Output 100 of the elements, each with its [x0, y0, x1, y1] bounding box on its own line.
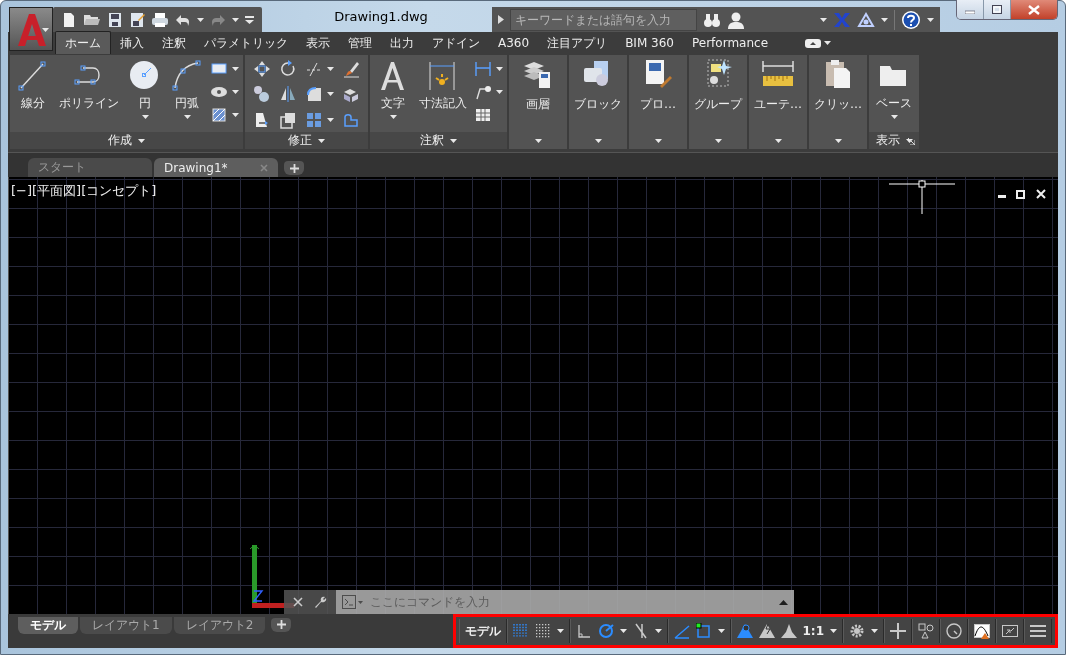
ribbon-tool-button[interactable]: ポリライン	[56, 58, 122, 132]
expand-arrow-icon[interactable]	[498, 15, 504, 24]
save-as-icon[interactable]	[129, 11, 145, 28]
small-tool-button[interactable]	[305, 85, 334, 104]
ribbon-tab[interactable]: パラメトリック	[195, 32, 297, 54]
ribbon-tab[interactable]: 管理	[339, 32, 381, 54]
ribbon-tab[interactable]: 出力	[381, 32, 423, 54]
small-tool-button[interactable]	[305, 110, 334, 129]
plus-icon[interactable]	[890, 623, 906, 639]
tool-icon	[17, 60, 49, 92]
document-tab[interactable]: Drawing1*	[154, 158, 278, 177]
binoculars-icon[interactable]	[703, 11, 721, 28]
save-icon[interactable]	[107, 11, 123, 28]
panel-toggle-icon[interactable]	[805, 39, 821, 48]
ribbon-tool-button[interactable]: 寸法記入	[416, 58, 470, 132]
settings-icon[interactable]	[849, 623, 865, 639]
panel-title: 修正	[288, 132, 312, 149]
small-tool-button[interactable]	[474, 60, 503, 78]
ribbon-tool-button[interactable]: 文字	[374, 58, 412, 132]
layout-tab[interactable]: レイアウト1	[80, 617, 172, 634]
ribbon-tab[interactable]: Performance	[682, 32, 777, 54]
angle-icon[interactable]	[673, 623, 690, 639]
ribbon-tab[interactable]: BIM 360	[616, 32, 683, 54]
expand-up-icon[interactable]	[779, 599, 788, 605]
tool-icon	[171, 60, 203, 92]
help-icon[interactable]	[901, 9, 921, 30]
triangle-nodes-icon[interactable]	[857, 11, 875, 28]
small-tool-button[interactable]	[305, 60, 334, 78]
layout-tab[interactable]: レイアウト2	[173, 617, 266, 634]
ribbon-tab[interactable]: 表示	[297, 32, 339, 54]
tool-icon	[305, 60, 323, 78]
small-tool-button[interactable]	[253, 60, 271, 78]
shapes-icon[interactable]	[918, 623, 934, 639]
panel-title-bar[interactable]: 修正	[245, 132, 368, 149]
viewport-controls-icon[interactable]	[998, 189, 1048, 199]
collapsed-panel-button[interactable]: ブロック	[569, 55, 627, 149]
panel-title-bar[interactable]: 表示	[869, 132, 919, 149]
collapsed-panel-button[interactable]: ユーテ…	[749, 55, 807, 149]
ribbon-tool-button[interactable]: ベース	[873, 58, 915, 132]
ribbon-tab[interactable]: ホーム	[55, 31, 111, 54]
user-icon[interactable]	[727, 10, 745, 29]
close-button[interactable]	[1011, 0, 1057, 19]
caret-icon	[232, 17, 239, 22]
new-tab-button[interactable]	[284, 161, 304, 175]
square-snap-icon[interactable]	[695, 623, 712, 639]
application-button[interactable]	[9, 7, 53, 51]
collapsed-panel-button[interactable]: 画層	[509, 55, 567, 149]
wrench-icon[interactable]	[313, 595, 327, 609]
small-tool-button[interactable]	[474, 83, 503, 101]
customize-menu-icon[interactable]	[245, 15, 254, 24]
ribbon-tab[interactable]: アドイン	[423, 32, 489, 54]
status-toggle[interactable]: 1:1	[802, 624, 824, 638]
ribbon-tab[interactable]: 挿入	[111, 32, 153, 54]
plus-icon	[276, 620, 286, 629]
panel-title-bar[interactable]: 作成	[10, 132, 243, 149]
caret-icon	[714, 139, 722, 143]
ribbon-tool-button[interactable]: 円弧	[168, 58, 206, 132]
right-angle-icon[interactable]	[575, 623, 592, 639]
ribbon-tab[interactable]: 注釈	[153, 32, 195, 54]
small-tool-button[interactable]	[210, 106, 239, 124]
small-tool-button[interactable]	[253, 85, 271, 104]
maximize-button[interactable]	[984, 0, 1011, 19]
ribbon-tab[interactable]: A360	[489, 32, 539, 54]
tool-icon	[253, 85, 271, 104]
launcher-arrow-icon[interactable]	[908, 138, 915, 145]
small-tool-button[interactable]	[279, 85, 297, 104]
panel-title-bar[interactable]: 注釈	[370, 132, 507, 149]
dot-grid-icon[interactable]	[534, 623, 551, 639]
command-prompt-icon[interactable]	[342, 595, 364, 609]
small-tool-button[interactable]	[279, 60, 297, 78]
small-tool-button[interactable]	[279, 110, 297, 129]
collapsed-panel-button[interactable]: グループ	[689, 55, 747, 149]
letter-a-logo-icon	[16, 12, 46, 46]
polar-angle-icon[interactable]	[597, 623, 614, 639]
tool-icon	[305, 85, 323, 104]
panel-label: プロ…	[640, 96, 676, 113]
new-file-icon[interactable]	[61, 11, 77, 28]
diagonal-lines-icon[interactable]	[632, 623, 649, 639]
caret-icon	[881, 17, 888, 22]
tool-icon	[253, 60, 271, 78]
close-icon	[1028, 4, 1040, 15]
printer-icon[interactable]	[151, 11, 169, 28]
viewport-label[interactable]: [−][平面図][コンセプト]	[11, 182, 157, 200]
status-toggle[interactable]: モデル	[464, 622, 501, 640]
ribbon-tab[interactable]: 注目アプリ	[538, 32, 617, 54]
collapsed-panel-button[interactable]: クリッ…	[809, 55, 867, 149]
collapsed-panel-button[interactable]: プロ…	[629, 55, 687, 149]
crosshair-cursor-icon	[889, 180, 955, 214]
menu-icon[interactable]	[1030, 623, 1046, 639]
search-field[interactable]: キーワードまたは語句を入力	[510, 8, 697, 31]
window-title: Drawing1.dwg	[333, 8, 429, 24]
new-layout-button[interactable]	[271, 617, 292, 632]
caret-icon	[824, 41, 831, 45]
gauge-icon[interactable]	[946, 623, 962, 639]
small-tool-button[interactable]	[342, 60, 360, 78]
graph-warning-icon[interactable]	[974, 623, 990, 639]
ribbon-tool-button[interactable]: 円	[126, 58, 164, 132]
ribbon-tool-button[interactable]: 線分	[14, 58, 52, 132]
fullscreen-icon[interactable]	[1002, 623, 1018, 639]
layout-tab[interactable]: モデル	[18, 617, 78, 634]
